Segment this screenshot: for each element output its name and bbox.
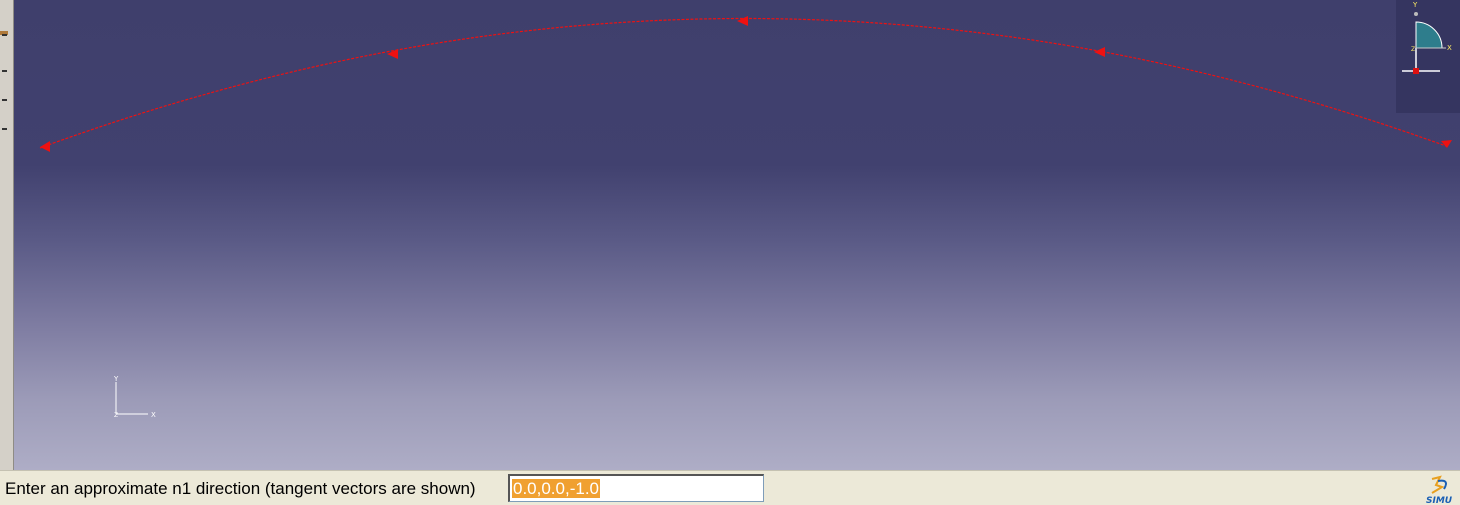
svg-text:Z: Z (1411, 46, 1415, 53)
svg-text:X: X (1447, 44, 1452, 52)
view-cube[interactable]: Y X Z (1396, 0, 1460, 113)
axis-triad-icon: Y X Z (113, 375, 156, 419)
prompt-message: Enter an approximate n1 direction (tange… (5, 479, 476, 498)
svg-text:X: X (151, 411, 156, 419)
toolbar-tick (2, 128, 7, 130)
svg-text:Z: Z (114, 412, 118, 419)
curve-canvas[interactable] (14, 0, 1460, 470)
curve-path[interactable] (39, 17, 1447, 149)
direction-input[interactable]: 0.0,0.0,-1.0 (508, 474, 764, 502)
direction-input-value[interactable]: 0.0,0.0,-1.0 (512, 479, 601, 498)
ds-simulia-logo-icon: SIMU (1426, 475, 1453, 505)
toolbar-separator (2, 70, 7, 72)
toolbar-tick (2, 34, 7, 36)
tangent-arrow-icon (1441, 140, 1452, 148)
toolbar-tick (2, 99, 7, 101)
model-viewport[interactable]: Y X Z Y X Z (14, 0, 1460, 470)
prompt-bar: Enter an approximate n1 direction (tange… (0, 470, 1460, 505)
svg-text:Y: Y (113, 375, 119, 383)
svg-text:Y: Y (1412, 1, 1418, 9)
left-toolbar[interactable] (0, 0, 14, 470)
tangent-arrow-icon (40, 141, 50, 152)
tangent-arrow-icon (737, 16, 748, 26)
view-cube-icon[interactable]: Y X Z (1396, 0, 1460, 113)
tangent-arrow-icon (1094, 47, 1105, 57)
